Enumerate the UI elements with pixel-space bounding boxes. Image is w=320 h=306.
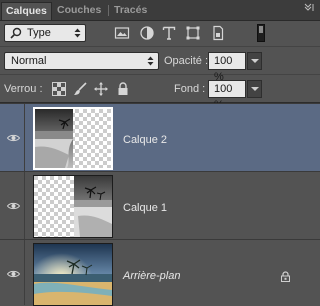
thumbnail-image [34,176,112,237]
layer-name-arriere-plan[interactable]: Arrière-plan [123,270,180,282]
tab-calques[interactable]: Calques [1,2,52,20]
tab-traces[interactable]: Tracés [110,2,150,20]
updown-arrows-icon [74,28,81,38]
lock-all-icon[interactable] [116,82,130,96]
layer-name-calque-1[interactable]: Calque 1 [123,202,167,214]
layer-thumbnail-calque-2[interactable] [33,107,113,170]
lock-label: Verrou : [4,83,43,95]
visibility-cell[interactable] [0,172,25,239]
updown-arrows-icon [147,56,154,66]
visibility-cell[interactable] [0,104,25,171]
lock-position-icon[interactable] [94,82,108,96]
blend-mode-value: Normal [11,55,47,67]
thumbnail-image [34,244,112,305]
opacity-input[interactable]: 100 % [208,52,246,83]
search-icon [10,27,22,39]
thumbnail-image [35,109,111,168]
smart-object-filter-icon[interactable] [210,25,226,41]
layer-thumbnail-arriere-plan[interactable] [33,243,113,306]
layer-row-calque-1[interactable]: Calque 1 [0,171,320,239]
eye-icon[interactable] [7,270,20,278]
filter-toggle-switch[interactable] [257,24,265,42]
layer-row-arriere-plan[interactable]: Arrière-plan [0,239,320,306]
tab-couches[interactable]: Couches [53,2,109,20]
blend-mode-dropdown[interactable]: Normal [4,52,159,70]
layer-row-calque-2[interactable]: Calque 2 [0,103,320,171]
lock-row [0,75,320,103]
layer-name-calque-2[interactable]: Calque 2 [123,134,167,146]
eye-icon[interactable] [7,202,20,210]
layer-thumbnail-calque-1[interactable] [33,175,113,238]
shape-filter-icon[interactable] [185,25,201,41]
layers-panel: Calques Couches Tracés Type Normal Opaci… [0,0,320,306]
tab-separator [108,5,109,16]
lock-transparent-pixels-icon[interactable] [52,82,66,96]
panel-menu-icon[interactable] [304,3,314,13]
padlock-icon[interactable] [281,271,290,282]
filter-kind-dropdown[interactable]: Type [4,24,86,42]
visibility-cell[interactable] [0,240,25,305]
adjustment-filter-icon[interactable] [139,25,155,41]
fill-input[interactable]: 100 % [208,80,246,111]
opacity-slider-button[interactable] [247,52,262,70]
image-filter-icon[interactable] [114,25,130,41]
type-filter-icon[interactable] [161,25,177,41]
opacity-label: Opacité : [164,55,209,67]
filter-kind-value: Type [27,27,51,39]
panel-tab-bar: Calques Couches Tracés [0,0,320,21]
lock-image-pixels-icon[interactable] [73,82,87,96]
fill-label: Fond : [174,83,206,95]
fill-slider-button[interactable] [247,80,262,98]
eye-icon[interactable] [7,134,20,142]
